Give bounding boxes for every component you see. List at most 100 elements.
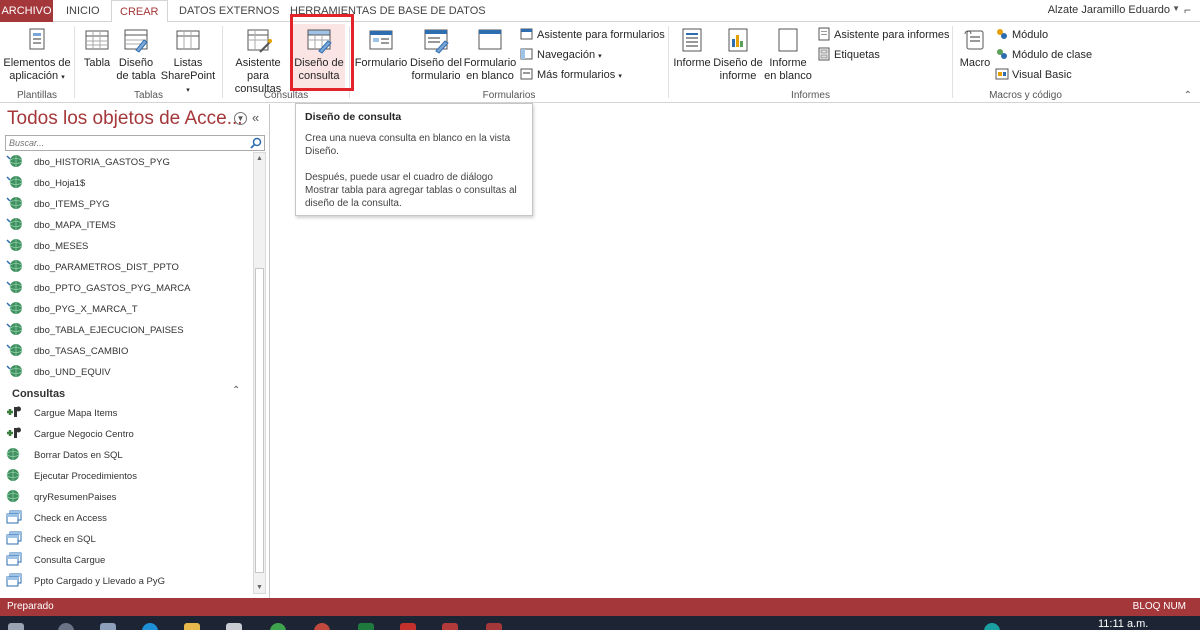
nav-query-item[interactable]: Check en SQL (6, 529, 96, 550)
informe-blanco-button[interactable]: Informe en blanco (763, 24, 813, 88)
nav-item-label: dbo_HISTORIA_GASTOS_PYG (34, 157, 170, 168)
informe-blanco-label-1: Informe (769, 57, 807, 69)
collapse-pane-icon[interactable]: « (252, 110, 259, 125)
modulo-clase-button[interactable]: Módulo de clase (995, 46, 1092, 64)
access-icon[interactable] (486, 623, 502, 630)
tabla-button[interactable]: Tabla (80, 24, 114, 88)
nav-table-item[interactable]: dbo_TABLA_EJECUCION_PAISES (6, 320, 184, 341)
collapse-section-icon[interactable]: ⌃ (232, 385, 240, 396)
mas-formularios-label: Más formularios (537, 69, 616, 81)
tooltip: Diseño de consulta Crea una nueva consul… (295, 103, 533, 216)
form-design-icon (424, 29, 449, 54)
scroll-up-icon[interactable]: ▲ (254, 155, 265, 162)
sharepoint-list-icon (176, 30, 200, 50)
tab-archivo[interactable]: ARCHIVO (0, 0, 53, 22)
modulo-label: Módulo (1012, 29, 1049, 41)
tab-crear[interactable]: CREAR (111, 0, 168, 23)
mas-formularios-button[interactable]: Más formularios ▾ (520, 66, 622, 84)
nav-query-item[interactable]: Ppto Cargado y Llevado a PyG (6, 571, 165, 592)
user-account-name[interactable]: Alzate Jaramillo Eduardo (1048, 4, 1170, 16)
highlight-box (290, 14, 354, 91)
asistente-consultas-button[interactable]: Asistente para consultas (226, 24, 290, 95)
nav-table-item[interactable]: dbo_HISTORIA_GASTOS_PYG (6, 152, 170, 173)
informe-label: Informe (673, 57, 711, 69)
collapse-ribbon-icon[interactable]: ⌃ (1184, 90, 1192, 101)
nav-table-item[interactable]: dbo_Hoja1$ (6, 173, 85, 194)
diseno-informe-button[interactable]: Diseño de informe (713, 24, 763, 88)
store-icon[interactable] (226, 623, 242, 630)
nav-item-label: Check en Access (34, 513, 107, 524)
nav-item-label: Ejecutar Procedimientos (34, 471, 137, 482)
class-module-icon (997, 49, 1007, 59)
search-icon[interactable] (58, 623, 74, 630)
query-wizard-icon (247, 29, 272, 53)
asistente-informes-button[interactable]: Asistente para informes (817, 26, 950, 44)
edge-icon[interactable] (142, 623, 158, 630)
nav-section-consultas[interactable]: Consultas (12, 385, 65, 403)
navigation-pane: Todos los objetos de Acce... ▼ « dbo_HIS… (0, 104, 270, 598)
scroll-down-icon[interactable]: ▼ (254, 584, 265, 591)
nav-table-item[interactable]: dbo_UND_EQUIV (6, 362, 111, 383)
visual-basic-button[interactable]: Visual Basic (995, 66, 1072, 84)
formulario-label: Formulario (354, 57, 408, 69)
nav-query-item[interactable]: Consulta Cargue (6, 550, 105, 571)
formulario-blanco-button[interactable]: Formulario en blanco (462, 24, 518, 88)
tab-inicio[interactable]: INICIO (58, 0, 108, 22)
group-macros: Macro Módulo Módulo de clase Visual Basi… (953, 22, 1098, 103)
select-query-icon (6, 531, 22, 545)
chevron-down-icon[interactable]: ▼ (1172, 4, 1180, 13)
chrome-icon[interactable] (270, 623, 286, 630)
app-icon[interactable] (442, 623, 458, 630)
listas-sharepoint-button[interactable]: Listas SharePoint ▾ (158, 24, 218, 94)
app-icon[interactable] (400, 623, 416, 630)
file-explorer-icon[interactable] (184, 623, 200, 630)
excel-icon[interactable] (358, 623, 374, 630)
diseno-formulario-button[interactable]: Diseño del formulario (408, 24, 464, 88)
nav-table-item[interactable]: dbo_ITEMS_PYG (6, 194, 110, 215)
nav-query-item[interactable]: Cargue Negocio Centro (6, 424, 134, 445)
nav-item-label: dbo_Hoja1$ (34, 178, 86, 189)
nav-table-item[interactable]: dbo_TASAS_CAMBIO (6, 341, 128, 362)
modulo-clase-label: Módulo de clase (1012, 49, 1093, 61)
tab-datos-externos[interactable]: DATOS EXTERNOS (171, 0, 287, 22)
help-icon[interactable]: ⌐ (1184, 3, 1196, 17)
navegacion-button[interactable]: Navegación ▾ (520, 46, 602, 64)
chevron-down-icon[interactable]: ▼ (234, 112, 247, 125)
start-icon[interactable] (8, 623, 24, 630)
linked-table-icon (6, 260, 22, 272)
diseno-tabla-button[interactable]: Diseño de tabla (115, 24, 157, 88)
nav-item-label: dbo_PPTO_GASTOS_PYG_MARCA (34, 283, 191, 294)
scrollbar-thumb[interactable] (255, 268, 264, 573)
search-input[interactable] (5, 135, 265, 151)
modulo-button[interactable]: Módulo (995, 26, 1048, 44)
task-view-icon[interactable] (100, 623, 116, 630)
etiquetas-button[interactable]: Etiquetas (817, 46, 880, 64)
blank-form-icon (478, 29, 502, 50)
nav-query-item[interactable]: qryResumenPaises (6, 487, 116, 508)
nav-query-item[interactable]: Ejecutar Procedimientos (6, 466, 137, 487)
nav-query-item[interactable]: Borrar Datos en SQL (6, 445, 123, 466)
nav-query-item[interactable]: Cargue Mapa Items (6, 403, 117, 424)
elementos-aplicacion-button[interactable]: Elementos de aplicación ▾ (2, 24, 72, 88)
search-icon[interactable] (249, 136, 263, 150)
formulario-button[interactable]: Formulario (352, 24, 410, 88)
nav-query-item[interactable]: Check en Access (6, 508, 107, 529)
nav-table-item[interactable]: dbo_MAPA_ITEMS (6, 215, 116, 236)
diseno-tabla-label-2: de tabla (116, 70, 156, 82)
nav-table-item[interactable]: dbo_MESES (6, 236, 88, 257)
nav-table-item[interactable]: dbo_PYG_X_MARCA_T (6, 299, 138, 320)
nav-pane-title[interactable]: Todos los objetos de Acce... (7, 108, 243, 130)
chevron-down-icon: ▾ (598, 53, 602, 60)
nav-table-item[interactable]: dbo_PPTO_GASTOS_PYG_MARCA (6, 278, 190, 299)
tray-icon[interactable] (984, 623, 1000, 630)
visual-basic-icon (995, 68, 1009, 80)
nav-table-item[interactable]: dbo_PARAMETROS_DIST_PPTO (6, 257, 179, 278)
app-icon[interactable] (314, 623, 330, 630)
asistente-formularios-button[interactable]: Asistente para formularios (520, 26, 665, 44)
ribbon: Elementos de aplicación ▾ Plantillas Tab… (0, 22, 1200, 103)
informe-button[interactable]: Informe (671, 24, 713, 88)
linked-table-icon (6, 218, 22, 230)
linked-table-icon (6, 239, 22, 251)
macro-button[interactable]: Macro (957, 24, 993, 88)
scrollbar[interactable]: ▲ ▼ (253, 152, 266, 594)
